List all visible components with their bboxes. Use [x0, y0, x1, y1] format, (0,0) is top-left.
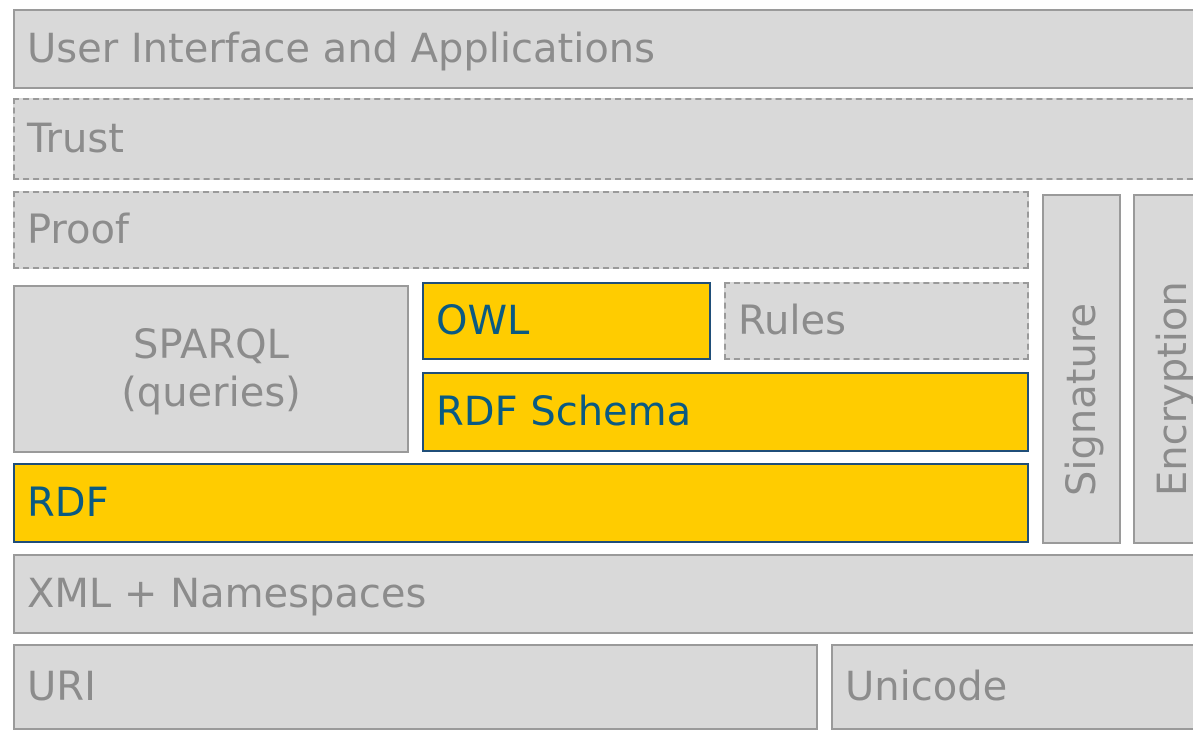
layer-xml-namespaces: XML + Namespaces	[13, 554, 1193, 634]
layer-proof-label: Proof	[27, 207, 130, 253]
layer-sparql-label-line2: (queries)	[121, 370, 301, 416]
layer-uri: URI	[13, 644, 818, 730]
layer-xml-namespaces-label: XML + Namespaces	[27, 571, 427, 617]
layer-signature-label: Signature	[1058, 303, 1105, 496]
layer-rdf-label: RDF	[27, 480, 109, 526]
layer-user-interface: User Interface and Applications	[13, 9, 1193, 89]
layer-unicode-label: Unicode	[845, 664, 1008, 710]
layer-rules-label: Rules	[738, 298, 846, 344]
layer-uri-label: URI	[27, 664, 96, 710]
layer-signature: Signature	[1042, 194, 1121, 544]
layer-owl: OWL	[422, 282, 711, 360]
layer-rdf: RDF	[13, 463, 1029, 543]
layer-rules: Rules	[724, 282, 1029, 360]
layer-sparql-label-line1: SPARQL	[133, 322, 289, 368]
layer-sparql: SPARQL (queries)	[13, 285, 409, 453]
layer-unicode: Unicode	[831, 644, 1193, 730]
layer-proof: Proof	[13, 191, 1029, 269]
layer-owl-label: OWL	[436, 298, 530, 344]
layer-encryption-label: Encryption	[1149, 281, 1193, 496]
layer-encryption: Encryption	[1133, 194, 1193, 544]
layer-trust: Trust	[13, 98, 1193, 180]
layer-rdf-schema-label: RDF Schema	[436, 389, 692, 435]
layer-user-interface-label: User Interface and Applications	[27, 26, 655, 72]
layer-rdf-schema: RDF Schema	[422, 372, 1029, 452]
layer-trust-label: Trust	[27, 116, 124, 162]
